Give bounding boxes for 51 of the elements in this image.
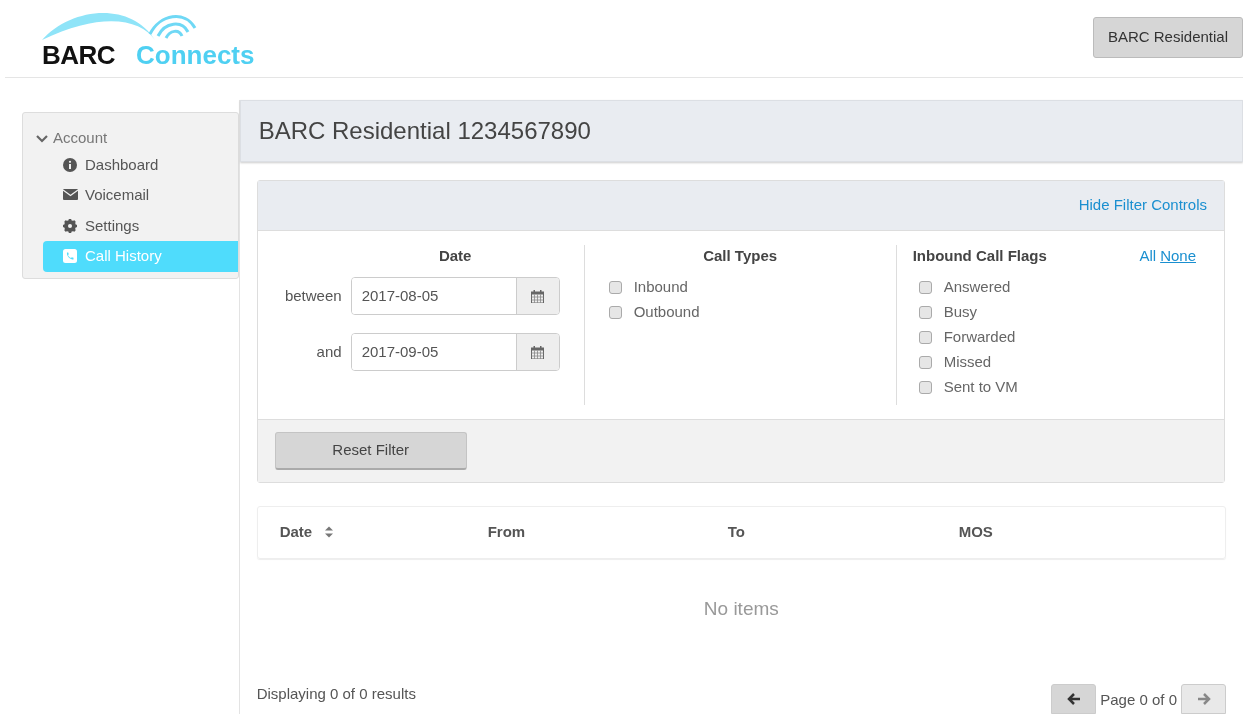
- envelope-icon: [63, 188, 78, 203]
- column-heading: Date: [437, 245, 473, 266]
- checkbox[interactable]: [608, 281, 622, 294]
- calendar-button[interactable]: [515, 278, 559, 314]
- page-indicator: Page 0 of 0: [1099, 689, 1178, 710]
- checkbox[interactable]: [918, 331, 932, 344]
- checkbox[interactable]: [918, 356, 932, 369]
- calendar-icon: [531, 345, 545, 359]
- previous-page-button[interactable]: [1051, 684, 1097, 714]
- calendar-button[interactable]: [515, 334, 559, 370]
- date-field[interactable]: 2017-09-05: [350, 333, 560, 371]
- checkbox-option[interactable]: Sent to VM: [918, 375, 1196, 400]
- field-label: between: [283, 285, 342, 306]
- account-button[interactable]: BARC Residential: [1092, 17, 1243, 58]
- checkbox-option[interactable]: Answered: [918, 275, 1196, 300]
- sidebar-item[interactable]: Dashboard: [43, 149, 238, 180]
- phone-icon: [63, 249, 78, 264]
- date-field[interactable]: 2017-08-05: [350, 277, 560, 315]
- results-summary: Displaying 0 of 0 results: [256, 683, 416, 704]
- sort-icon: [324, 526, 335, 538]
- checkbox[interactable]: [608, 306, 622, 319]
- checkbox[interactable]: [918, 381, 932, 394]
- arrow-left-icon: [1066, 692, 1081, 706]
- column-header: To: [727, 522, 745, 540]
- column-header: MOS: [958, 522, 993, 540]
- reset-filter-button[interactable]: Reset Filter: [274, 431, 467, 470]
- none-link[interactable]: None: [1160, 244, 1196, 267]
- column-heading: Inbound Call Flags: [912, 245, 1047, 266]
- empty-message: No items: [702, 596, 780, 621]
- checkbox[interactable]: [918, 306, 932, 319]
- arrow-right-icon: [1196, 692, 1211, 706]
- field-label: and: [315, 341, 342, 362]
- checkbox-option[interactable]: Forwarded: [918, 325, 1196, 350]
- sidebar-group[interactable]: Account: [23, 127, 238, 150]
- gear-icon: [63, 218, 78, 233]
- logo-text: Connects: [136, 39, 255, 72]
- column-header: From: [487, 522, 526, 540]
- checkbox-option[interactable]: Inbound: [604, 275, 876, 300]
- checkbox-option[interactable]: Outbound: [604, 300, 876, 325]
- info-icon: [63, 157, 78, 172]
- column-header[interactable]: Date: [279, 520, 313, 544]
- column-heading: Call Types: [702, 245, 779, 266]
- checkbox[interactable]: [918, 281, 932, 294]
- sidebar-item[interactable]: Settings: [43, 210, 238, 241]
- page-title: BARC Residential 1234567890: [239, 100, 1243, 162]
- sidebar-item[interactable]: Voicemail: [43, 180, 238, 211]
- checkbox-option[interactable]: Missed: [918, 350, 1196, 375]
- logo-text: BARC: [42, 39, 116, 72]
- calendar-icon: [531, 289, 545, 303]
- all-link[interactable]: All: [1139, 244, 1157, 267]
- checkbox-option[interactable]: Busy: [918, 300, 1196, 325]
